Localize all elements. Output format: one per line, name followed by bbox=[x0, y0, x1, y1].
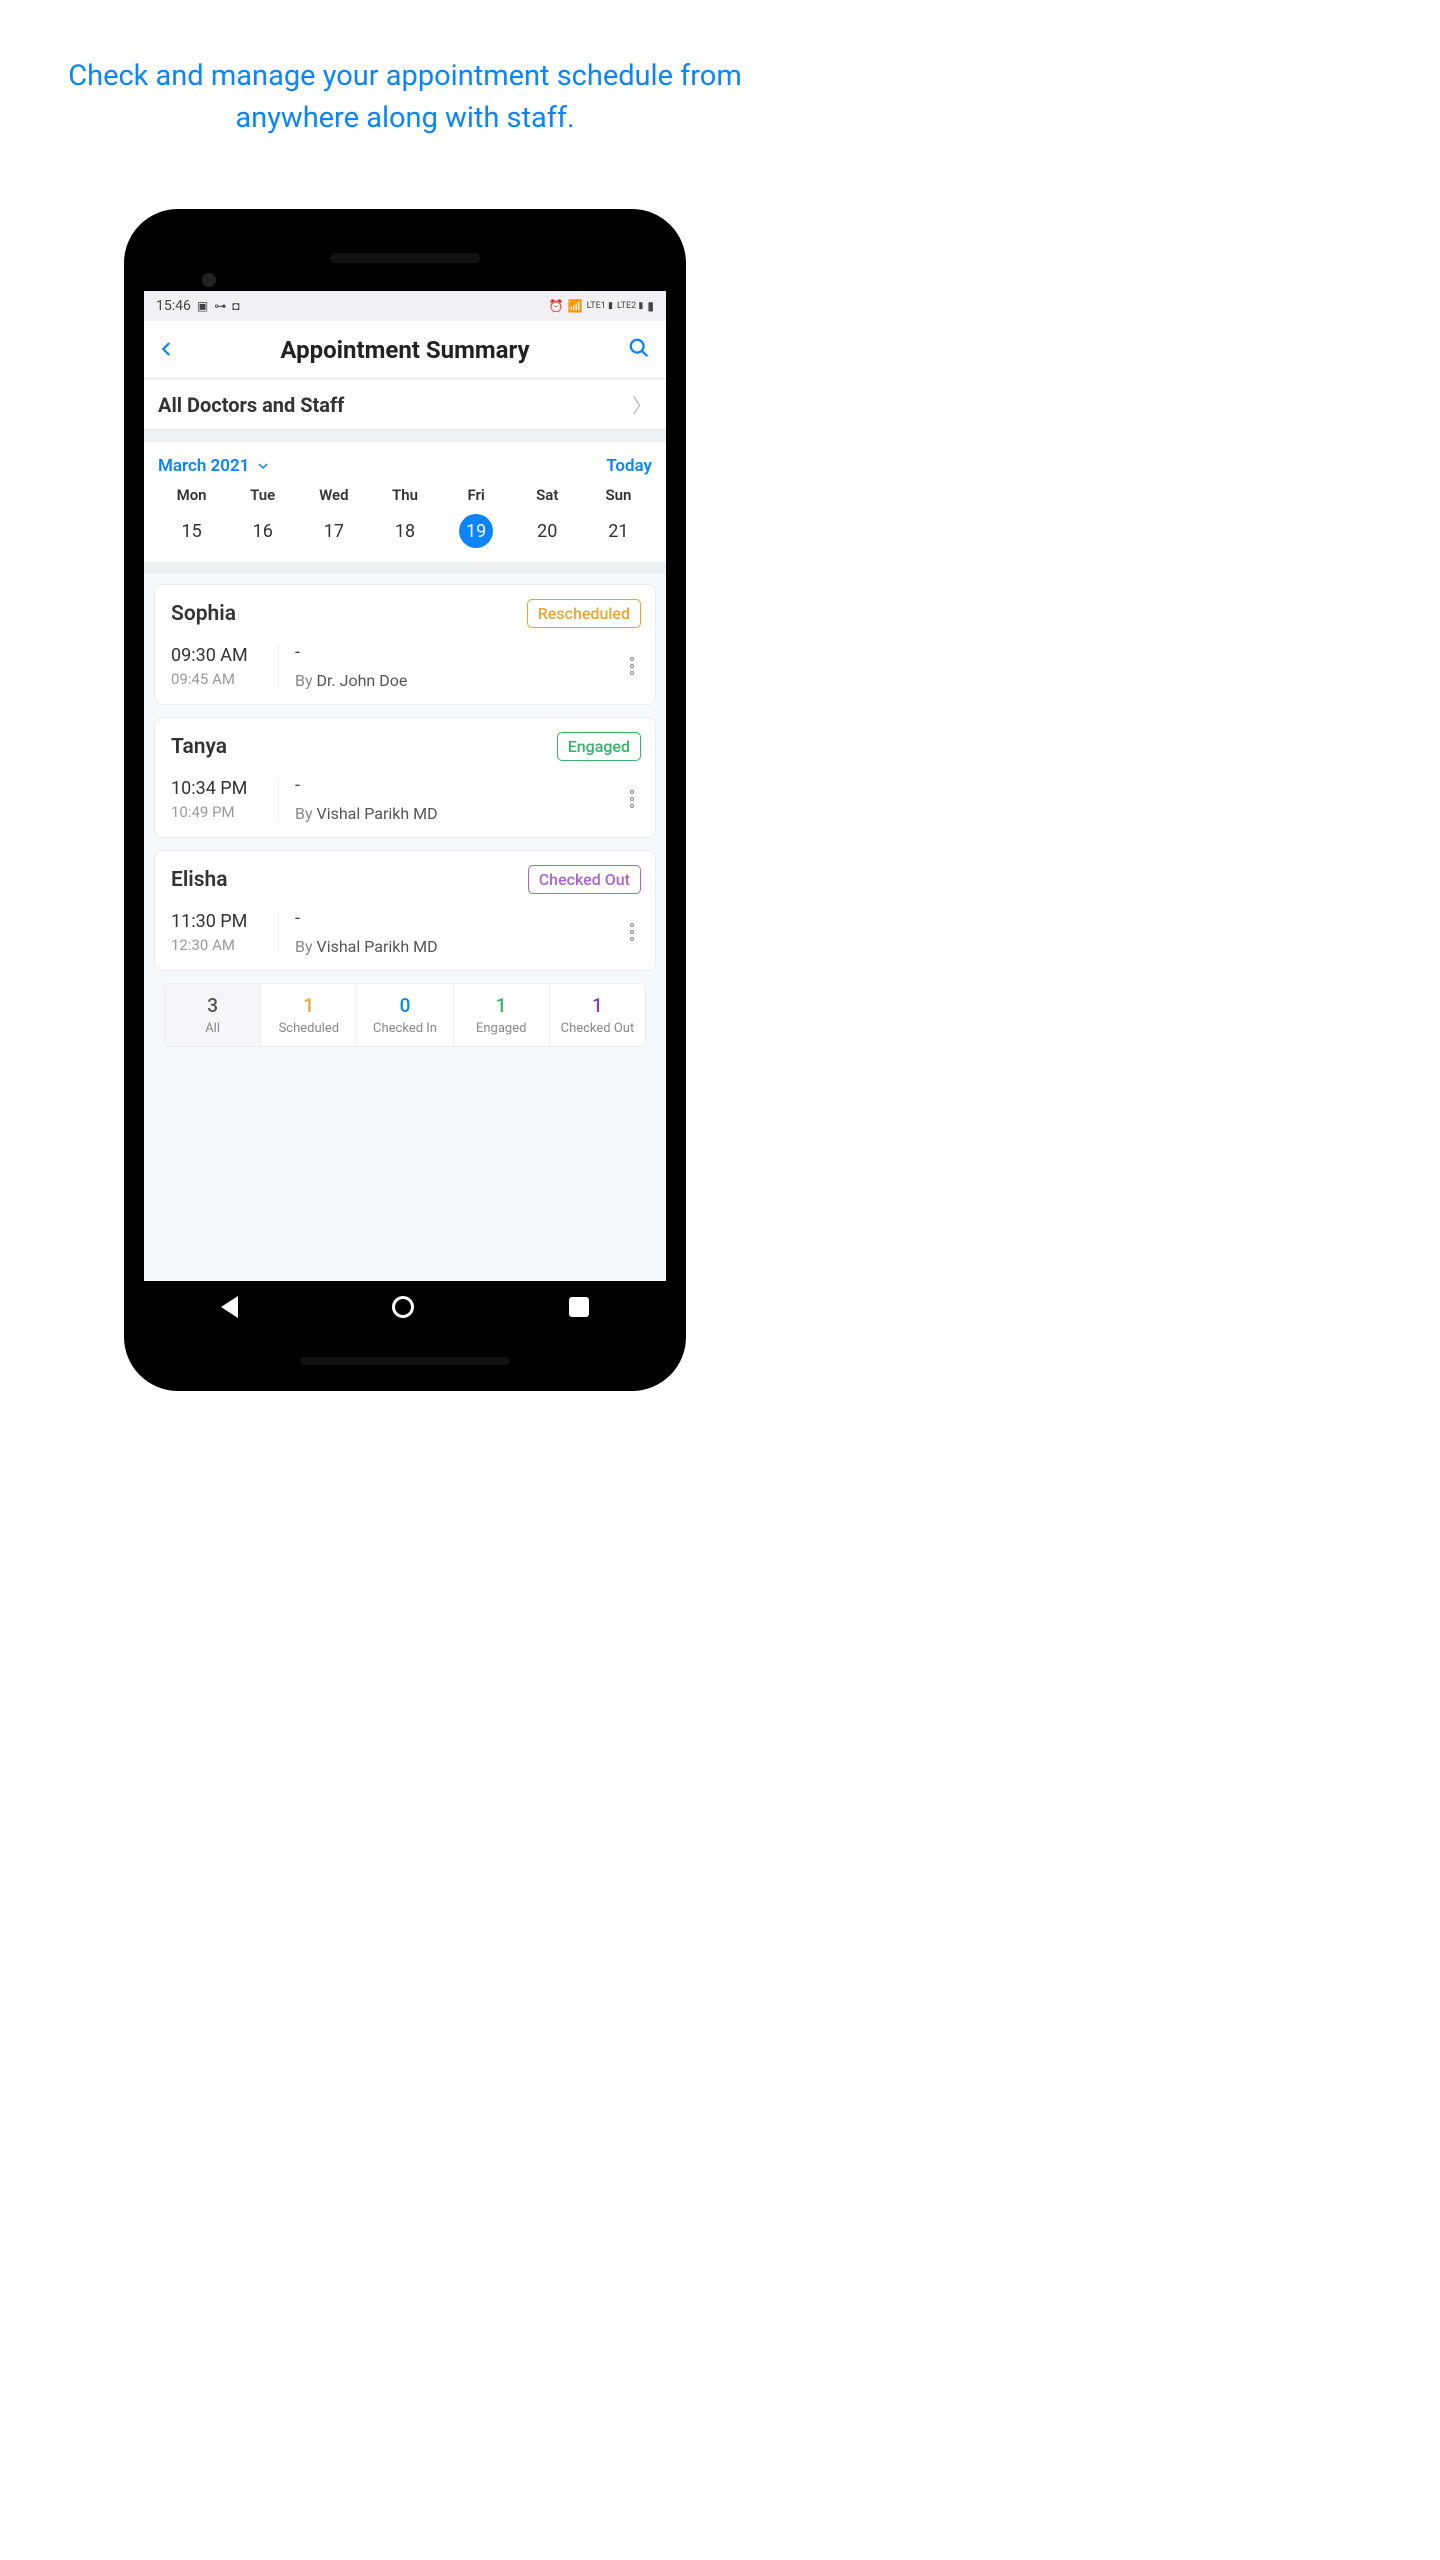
phone-frame: 15:46 ▣ ⊶ ◘ ⏰ 📶 LTE1 ▮ LTE2 ▮ ▮ Appointm… bbox=[124, 209, 686, 1391]
status-bar: 15:46 ▣ ⊶ ◘ ⏰ 📶 LTE1 ▮ LTE2 ▮ ▮ bbox=[144, 291, 666, 321]
end-time: 09:45 AM bbox=[171, 670, 264, 688]
tab-label: Scheduled bbox=[263, 1021, 354, 1036]
tab-count: 0 bbox=[359, 994, 450, 1017]
appointment-by: By Vishal Parikh MD bbox=[295, 804, 617, 823]
tab-label: All bbox=[167, 1021, 258, 1036]
date-cell[interactable]: 18 bbox=[369, 504, 440, 552]
gallery-icon: ▣ bbox=[197, 299, 208, 313]
tab-count: 1 bbox=[552, 994, 643, 1017]
nav-recent-icon[interactable] bbox=[569, 1297, 589, 1317]
footer-tabs: 3 All 1 Scheduled 0 Checked In 1 Engaged bbox=[164, 983, 646, 1047]
date-cell[interactable]: 15 bbox=[156, 504, 227, 552]
end-time: 12:30 AM bbox=[171, 936, 264, 954]
tab-label: Checked Out bbox=[552, 1021, 643, 1036]
weekdate-row: 15 16 17 18 19 20 21 bbox=[156, 504, 654, 552]
phone-speaker bbox=[330, 253, 480, 263]
date-cell[interactable]: 16 bbox=[227, 504, 298, 552]
date-cell[interactable]: 21 bbox=[583, 504, 654, 552]
appointment-times: 10:34 PM 10:49 PM bbox=[171, 778, 279, 821]
start-time: 10:34 PM bbox=[171, 778, 264, 799]
calendar-section: March 2021 Today Mon Tue Wed Thu Fri Sat… bbox=[144, 442, 666, 562]
section-gap bbox=[144, 562, 666, 574]
appointment-card[interactable]: Tanya Engaged 10:34 PM 10:49 PM - By Vis… bbox=[154, 717, 656, 838]
tab-checkedin[interactable]: 0 Checked In bbox=[356, 984, 452, 1046]
screen: 15:46 ▣ ⊶ ◘ ⏰ 📶 LTE1 ▮ LTE2 ▮ ▮ Appointm… bbox=[144, 291, 666, 1333]
appointment-card[interactable]: Elisha Checked Out 11:30 PM 12:30 AM - B… bbox=[154, 850, 656, 971]
more-button[interactable] bbox=[617, 923, 641, 941]
appointment-by: By Vishal Parikh MD bbox=[295, 937, 617, 956]
filter-row[interactable]: All Doctors and Staff 〉 bbox=[144, 380, 666, 430]
appointment-desc: - bbox=[295, 642, 617, 663]
search-button[interactable] bbox=[628, 337, 652, 363]
page-title: Appointment Summary bbox=[182, 336, 628, 364]
date-cell-selected[interactable]: 19 bbox=[441, 504, 512, 552]
weekday-row: Mon Tue Wed Thu Fri Sat Sun bbox=[156, 486, 654, 504]
weekday-label: Fri bbox=[441, 486, 512, 504]
tab-scheduled[interactable]: 1 Scheduled bbox=[260, 984, 356, 1046]
wifi-icon: 📶 bbox=[568, 299, 583, 313]
tab-checkedout[interactable]: 1 Checked Out bbox=[549, 984, 645, 1046]
sim2-icon: LTE2 ▮ bbox=[617, 301, 643, 311]
patient-name: Sophia bbox=[171, 602, 236, 626]
appointment-desc: - bbox=[295, 908, 617, 929]
filter-label: All Doctors and Staff bbox=[158, 393, 632, 417]
key-icon: ⊶ bbox=[214, 299, 226, 313]
weekday-label: Sat bbox=[512, 486, 583, 504]
patient-name: Elisha bbox=[171, 868, 228, 892]
status-badge: Rescheduled bbox=[527, 599, 641, 628]
battery-icon: ▮ bbox=[647, 299, 654, 313]
weekday-label: Wed bbox=[298, 486, 369, 504]
date-cell[interactable]: 17 bbox=[298, 504, 369, 552]
end-time: 10:49 PM bbox=[171, 803, 264, 821]
android-nav-bar bbox=[144, 1281, 666, 1333]
tab-engaged[interactable]: 1 Engaged bbox=[453, 984, 549, 1046]
nav-home-icon[interactable] bbox=[392, 1296, 414, 1318]
appointment-times: 11:30 PM 12:30 AM bbox=[171, 911, 279, 954]
patient-name: Tanya bbox=[171, 735, 227, 759]
appointment-by: By Dr. John Doe bbox=[295, 671, 617, 690]
tab-label: Engaged bbox=[456, 1021, 547, 1036]
appointment-card[interactable]: Sophia Rescheduled 09:30 AM 09:45 AM - B… bbox=[154, 584, 656, 705]
sim1-icon: LTE1 ▮ bbox=[587, 301, 613, 311]
tab-all[interactable]: 3 All bbox=[165, 984, 260, 1046]
status-time: 15:46 bbox=[156, 298, 191, 314]
weekday-label: Tue bbox=[227, 486, 298, 504]
tab-count: 1 bbox=[456, 994, 547, 1017]
search-icon bbox=[628, 337, 650, 359]
weekday-label: Thu bbox=[369, 486, 440, 504]
today-button[interactable]: Today bbox=[606, 456, 652, 476]
chevron-down-icon bbox=[257, 460, 269, 472]
tab-count: 1 bbox=[263, 994, 354, 1017]
date-cell[interactable]: 20 bbox=[512, 504, 583, 552]
nav-back-icon[interactable] bbox=[221, 1296, 238, 1318]
start-time: 09:30 AM bbox=[171, 645, 264, 666]
more-button[interactable] bbox=[617, 790, 641, 808]
phone-bottom-speaker bbox=[300, 1357, 510, 1365]
tab-label: Checked In bbox=[359, 1021, 450, 1036]
status-badge: Engaged bbox=[557, 732, 641, 761]
app-icon: ◘ bbox=[232, 299, 239, 313]
back-button[interactable] bbox=[158, 335, 182, 365]
chevron-left-icon bbox=[158, 340, 176, 358]
app-header: Appointment Summary bbox=[144, 321, 666, 379]
tab-count: 3 bbox=[167, 994, 258, 1017]
alarm-icon: ⏰ bbox=[549, 299, 564, 313]
appointment-details: - By Dr. John Doe bbox=[279, 642, 617, 690]
appointments-list: Sophia Rescheduled 09:30 AM 09:45 AM - B… bbox=[144, 574, 666, 1333]
month-picker[interactable]: March 2021 bbox=[158, 456, 269, 476]
appointment-details: - By Vishal Parikh MD bbox=[279, 775, 617, 823]
chevron-right-icon: 〉 bbox=[632, 390, 652, 419]
appointment-details: - By Vishal Parikh MD bbox=[279, 908, 617, 956]
phone-camera bbox=[202, 273, 216, 287]
weekday-label: Mon bbox=[156, 486, 227, 504]
promo-headline: Check and manage your appointment schedu… bbox=[0, 0, 810, 139]
appointment-desc: - bbox=[295, 775, 617, 796]
appointment-times: 09:30 AM 09:45 AM bbox=[171, 645, 279, 688]
month-label: March 2021 bbox=[158, 456, 249, 476]
weekday-label: Sun bbox=[583, 486, 654, 504]
more-button[interactable] bbox=[617, 657, 641, 675]
section-gap bbox=[144, 430, 666, 442]
status-badge: Checked Out bbox=[528, 865, 641, 894]
start-time: 11:30 PM bbox=[171, 911, 264, 932]
